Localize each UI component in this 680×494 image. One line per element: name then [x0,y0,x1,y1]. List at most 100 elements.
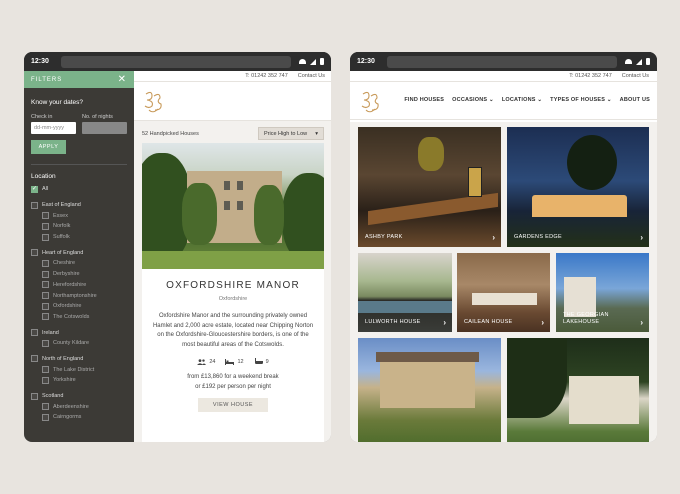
price-weekend: from £13,860 for a weekend break [187,374,279,380]
location-checkbox[interactable]: Yorkshire [24,375,134,386]
screen: T: 01242 352 747 Contact Us FIND HOUSES … [350,71,657,442]
nav-about-us[interactable]: ABOUT US [620,97,650,103]
checkbox-icon[interactable] [31,392,38,400]
lantern [468,167,482,197]
checkbox-icon[interactable] [31,329,38,337]
location-checkbox[interactable]: ✓ All [24,184,134,195]
status-icons [625,58,650,65]
status-time: 12:30 [357,58,375,65]
tree [507,338,567,418]
header [134,82,331,121]
checkbox-icon[interactable] [42,212,49,220]
checkbox-icon[interactable] [42,270,49,278]
house-card[interactable]: OXFORDSHIRE MANOR Oxfordshire Oxfordshir… [142,143,324,442]
location-checkbox[interactable]: Ireland [24,327,134,338]
location-checkbox[interactable]: Cheshire [24,258,134,269]
location-checkbox[interactable]: Essex [24,210,134,221]
location-checkbox[interactable]: Suffolk [24,232,134,243]
location-checkbox[interactable]: Oxfordshire [24,301,134,312]
house [380,360,475,408]
top-bar: T: 01242 352 747 Contact Us [134,71,331,82]
nav-find-houses[interactable]: FIND HOUSES [404,97,444,103]
house-tile[interactable]: LULWORTH HOUSE › [358,253,452,332]
contact-link[interactable]: Contact Us [622,73,649,79]
close-icon[interactable]: ✕ [118,74,127,85]
logo-monogram[interactable] [142,90,164,113]
location-checkbox[interactable]: Aberdeenshire [24,401,134,412]
location-checkbox[interactable]: Scotland [24,391,134,402]
logo-monogram[interactable] [359,90,381,113]
checkbox-icon[interactable] [42,259,49,267]
location-checkbox[interactable]: Herefordshire [24,280,134,291]
checkbox-icon[interactable] [42,339,49,347]
checkbox-icon[interactable] [42,302,49,310]
chevron-right-icon: › [640,233,643,242]
house [569,376,639,424]
nights-select[interactable] [82,122,127,134]
tree [567,135,617,190]
result-count: 52 Handpicked Houses [142,130,199,137]
filter-header: FILTERS ✕ [24,71,134,88]
glasshouse [532,195,627,217]
checkbox-icon[interactable] [31,201,38,209]
bedrooms-feature: 12 [225,358,244,365]
nav-types-of-houses[interactable]: TYPES OF HOUSES ⌄ [550,97,612,103]
house-location: Oxfordshire [218,296,248,302]
location-checkbox[interactable]: County Kildare [24,338,134,349]
location-label: Scotland [42,393,64,400]
checkbox-icon[interactable] [42,413,49,421]
bathrooms-count: 9 [265,358,269,365]
tablet-right: 12:30 T: 01242 352 747 Contact Us FIND H… [350,52,657,442]
house-tile[interactable] [358,338,501,442]
screen: FILTERS ✕ Know your dates? Check in dd-m… [24,71,331,442]
wifi-icon [625,59,632,64]
contact-link[interactable]: Contact Us [298,73,325,79]
location-label: Yorkshire [53,377,76,384]
house-tile[interactable]: CAILEAN HOUSE › [457,253,550,332]
apply-button[interactable]: APPLY [31,140,66,154]
location-checkbox[interactable]: Heart of England [24,247,134,258]
guests-count: 24 [209,358,216,365]
house-tile[interactable]: THE GEORGIAN LAKEHOUSE › [556,253,649,332]
window [237,181,243,190]
nav-occasions[interactable]: OCCASIONS ⌄ [452,97,494,103]
house-name[interactable]: OXFORDSHIRE MANOR [142,280,324,291]
checkbox-checked-icon[interactable]: ✓ [31,185,38,193]
location-label: The Lake District [53,366,95,373]
url-bar[interactable] [387,55,617,68]
checkbox-icon[interactable] [31,355,38,363]
location-checkbox[interactable]: Derbyshire [24,269,134,280]
chevron-right-icon: › [640,318,643,327]
location-checkbox[interactable]: Northamptonshire [24,290,134,301]
location-label: County Kildare [53,340,90,347]
nav-locations[interactable]: LOCATIONS ⌄ [502,97,542,103]
tile-label: THE GEORGIAN LAKEHOUSE [563,312,609,325]
view-house-button[interactable]: VIEW HOUSE [198,398,268,412]
checkbox-icon[interactable] [42,222,49,230]
checkbox-icon[interactable] [42,281,49,289]
house-tile[interactable] [507,338,649,442]
checkbox-icon[interactable] [42,376,49,384]
checkbox-icon[interactable] [42,233,49,241]
checkbox-icon[interactable] [42,292,49,300]
checkin-input[interactable]: dd-mm-yyyy [31,122,76,134]
sort-select[interactable]: Price High to Low ▾ [258,127,324,140]
location-checkbox[interactable]: Cairngorms [24,412,134,423]
location-checkbox[interactable]: North of England [24,354,134,365]
house-tile[interactable]: GARDENS EDGE › [507,127,649,247]
tablet-left: 12:30 FILTERS ✕ Know your dates? Check i… [24,52,331,442]
location-label: The Cotswolds [53,313,90,320]
checkbox-icon[interactable] [31,249,38,257]
location-checkbox[interactable]: The Lake District [24,364,134,375]
house-tile[interactable]: ASHBY PARK › [358,127,501,247]
url-bar[interactable] [61,55,291,68]
phone-link[interactable]: T: 01242 352 747 [245,73,288,79]
location-checkbox[interactable]: The Cotswolds [24,312,134,323]
checkbox-icon[interactable] [42,313,49,321]
location-checkbox[interactable]: Norfolk [24,221,134,232]
nav-types-label: TYPES OF HOUSES [550,97,606,103]
checkbox-icon[interactable] [42,403,49,411]
phone-link[interactable]: T: 01242 352 747 [569,73,612,79]
checkbox-icon[interactable] [42,366,49,374]
location-checkbox[interactable]: East of England [24,200,134,211]
